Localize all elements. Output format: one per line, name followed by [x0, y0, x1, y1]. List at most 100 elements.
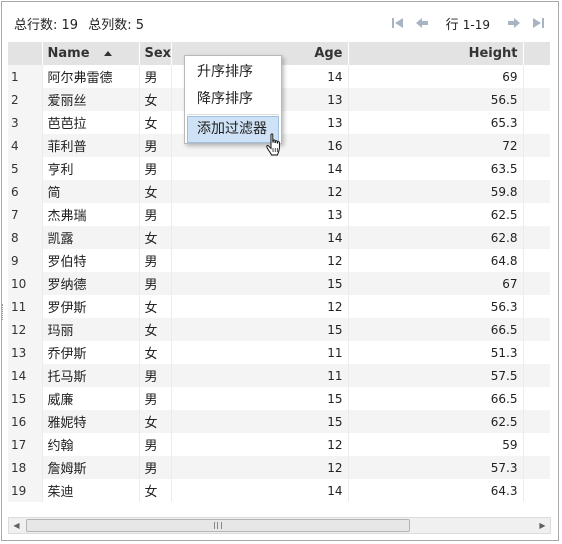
cell-sex[interactable]: 女 — [139, 295, 172, 318]
cell-age[interactable]: 12 — [171, 180, 349, 203]
cell-height[interactable]: 62.5 — [348, 203, 524, 226]
cell-name[interactable]: 玛丽 — [42, 318, 140, 341]
cell-height[interactable]: 59 — [348, 433, 524, 456]
cell-height[interactable]: 64.3 — [348, 479, 524, 502]
cell-age[interactable]: 15 — [171, 272, 349, 295]
table-row[interactable]: 14 托马斯男 11 57.5 — [8, 364, 550, 387]
table-row[interactable]: 6 简女 12 59.8 — [8, 180, 550, 203]
cell-sex[interactable]: 男 — [139, 134, 172, 157]
cell-height[interactable]: 63.5 — [348, 157, 524, 180]
cell-age[interactable]: 12 — [171, 249, 349, 272]
cell-age[interactable]: 14 — [171, 226, 349, 249]
cell-name[interactable]: 阿尔弗雷德 — [42, 65, 140, 88]
cell-sex[interactable]: 女 — [139, 479, 172, 502]
cell-height[interactable]: 62.8 — [348, 226, 524, 249]
table-row[interactable]: 7 杰弗瑞男 13 62.5 — [8, 203, 550, 226]
cell-name[interactable]: 乔伊斯 — [42, 341, 140, 364]
cell-age[interactable]: 13 — [171, 203, 349, 226]
cell-sex[interactable]: 女 — [139, 180, 172, 203]
cell-name[interactable]: 詹姆斯 — [42, 456, 140, 479]
cell-sex[interactable]: 女 — [139, 410, 172, 433]
cell-name[interactable]: 芭芭拉 — [42, 111, 140, 134]
cell-height[interactable]: 66.5 — [348, 318, 524, 341]
cell-height[interactable]: 57.3 — [348, 456, 524, 479]
cell-age[interactable]: 11 — [171, 364, 349, 387]
cell-sex[interactable]: 男 — [139, 387, 172, 410]
cell-name[interactable]: 罗伊斯 — [42, 295, 140, 318]
cell-age[interactable]: 15 — [171, 387, 349, 410]
cell-height[interactable]: 51.3 — [348, 341, 524, 364]
cell-height[interactable]: 65.3 — [348, 111, 524, 134]
cell-sex[interactable]: 男 — [139, 433, 172, 456]
table-row[interactable]: 12 玛丽女 15 66.5 — [8, 318, 550, 341]
cell-age[interactable]: 12 — [171, 295, 349, 318]
menu-item-sort-ascending[interactable]: 升序排序 — [185, 59, 281, 86]
cell-age[interactable]: 15 — [171, 318, 349, 341]
cell-name[interactable]: 雅妮特 — [42, 410, 140, 433]
cell-age[interactable]: 12 — [171, 433, 349, 456]
cell-name[interactable]: 凯露 — [42, 226, 140, 249]
table-row[interactable]: 8 凯露女 14 62.8 — [8, 226, 550, 249]
cell-height[interactable]: 57.5 — [348, 364, 524, 387]
scroll-left-icon[interactable]: ◀ — [9, 518, 24, 533]
first-page-icon[interactable] — [386, 13, 410, 33]
table-row[interactable]: 16 雅妮特女 15 62.5 — [8, 410, 550, 433]
cell-height[interactable]: 56.5 — [348, 88, 524, 111]
cell-name[interactable]: 亨利 — [42, 157, 140, 180]
last-page-icon[interactable] — [526, 13, 550, 33]
cell-sex[interactable]: 男 — [139, 65, 172, 88]
cell-sex[interactable]: 女 — [139, 111, 172, 134]
next-page-icon[interactable] — [502, 13, 526, 33]
menu-item-sort-descending[interactable]: 降序排序 — [185, 86, 281, 113]
cell-age[interactable]: 14 — [171, 479, 349, 502]
table-row[interactable]: 15 威廉男 15 66.5 — [8, 387, 550, 410]
cell-age[interactable]: 12 — [171, 456, 349, 479]
scrollbar-thumb[interactable] — [26, 519, 410, 532]
cell-name[interactable]: 菲利普 — [42, 134, 140, 157]
cell-height[interactable]: 64.8 — [348, 249, 524, 272]
cell-name[interactable]: 茱迪 — [42, 479, 140, 502]
table-row[interactable]: 11 罗伊斯女 12 56.3 — [8, 295, 550, 318]
cell-height[interactable]: 69 — [348, 65, 524, 88]
cell-sex[interactable]: 男 — [139, 249, 172, 272]
previous-page-icon[interactable] — [410, 13, 434, 33]
table-row[interactable]: 13 乔伊斯女 11 51.3 — [8, 341, 550, 364]
cell-height[interactable]: 66.5 — [348, 387, 524, 410]
table-row[interactable]: 18 詹姆斯男 12 57.3 — [8, 456, 550, 479]
cell-sex[interactable]: 女 — [139, 318, 172, 341]
cell-name[interactable]: 罗伯特 — [42, 249, 140, 272]
cell-sex[interactable]: 男 — [139, 364, 172, 387]
cell-sex[interactable]: 男 — [139, 157, 172, 180]
cell-sex[interactable]: 男 — [139, 272, 172, 295]
cell-age[interactable]: 15 — [171, 410, 349, 433]
cell-name[interactable]: 托马斯 — [42, 364, 140, 387]
cell-height[interactable]: 56.3 — [348, 295, 524, 318]
cell-age[interactable]: 11 — [171, 341, 349, 364]
column-header-sex[interactable]: Sex — [139, 42, 172, 65]
cell-name[interactable]: 威廉 — [42, 387, 140, 410]
cell-sex[interactable]: 女 — [139, 341, 172, 364]
cell-age[interactable]: 14 — [171, 157, 349, 180]
cell-name[interactable]: 罗纳德 — [42, 272, 140, 295]
cell-height[interactable]: 59.8 — [348, 180, 524, 203]
column-header-name[interactable]: Name — [42, 42, 140, 65]
cell-name[interactable]: 约翰 — [42, 433, 140, 456]
cell-height[interactable]: 72 — [348, 134, 524, 157]
splitter-handle[interactable] — [2, 304, 5, 320]
scroll-right-icon[interactable]: ▶ — [535, 518, 550, 533]
cell-height[interactable]: 62.5 — [348, 410, 524, 433]
horizontal-scrollbar[interactable]: ◀ ▶ — [8, 517, 551, 534]
cell-name[interactable]: 杰弗瑞 — [42, 203, 140, 226]
cell-sex[interactable]: 女 — [139, 88, 172, 111]
table-row[interactable]: 10 罗纳德男 15 67 — [8, 272, 550, 295]
cell-sex[interactable]: 男 — [139, 456, 172, 479]
cell-sex[interactable]: 女 — [139, 226, 172, 249]
cell-name[interactable]: 简 — [42, 180, 140, 203]
cell-height[interactable]: 67 — [348, 272, 524, 295]
cell-name[interactable]: 爱丽丝 — [42, 88, 140, 111]
cell-sex[interactable]: 男 — [139, 203, 172, 226]
table-row[interactable]: 9 罗伯特男 12 64.8 — [8, 249, 550, 272]
table-row[interactable]: 17 约翰男 12 59 — [8, 433, 550, 456]
table-row[interactable]: 19 茱迪女 14 64.3 — [8, 479, 550, 502]
table-row[interactable]: 5 亨利男 14 63.5 — [8, 157, 550, 180]
